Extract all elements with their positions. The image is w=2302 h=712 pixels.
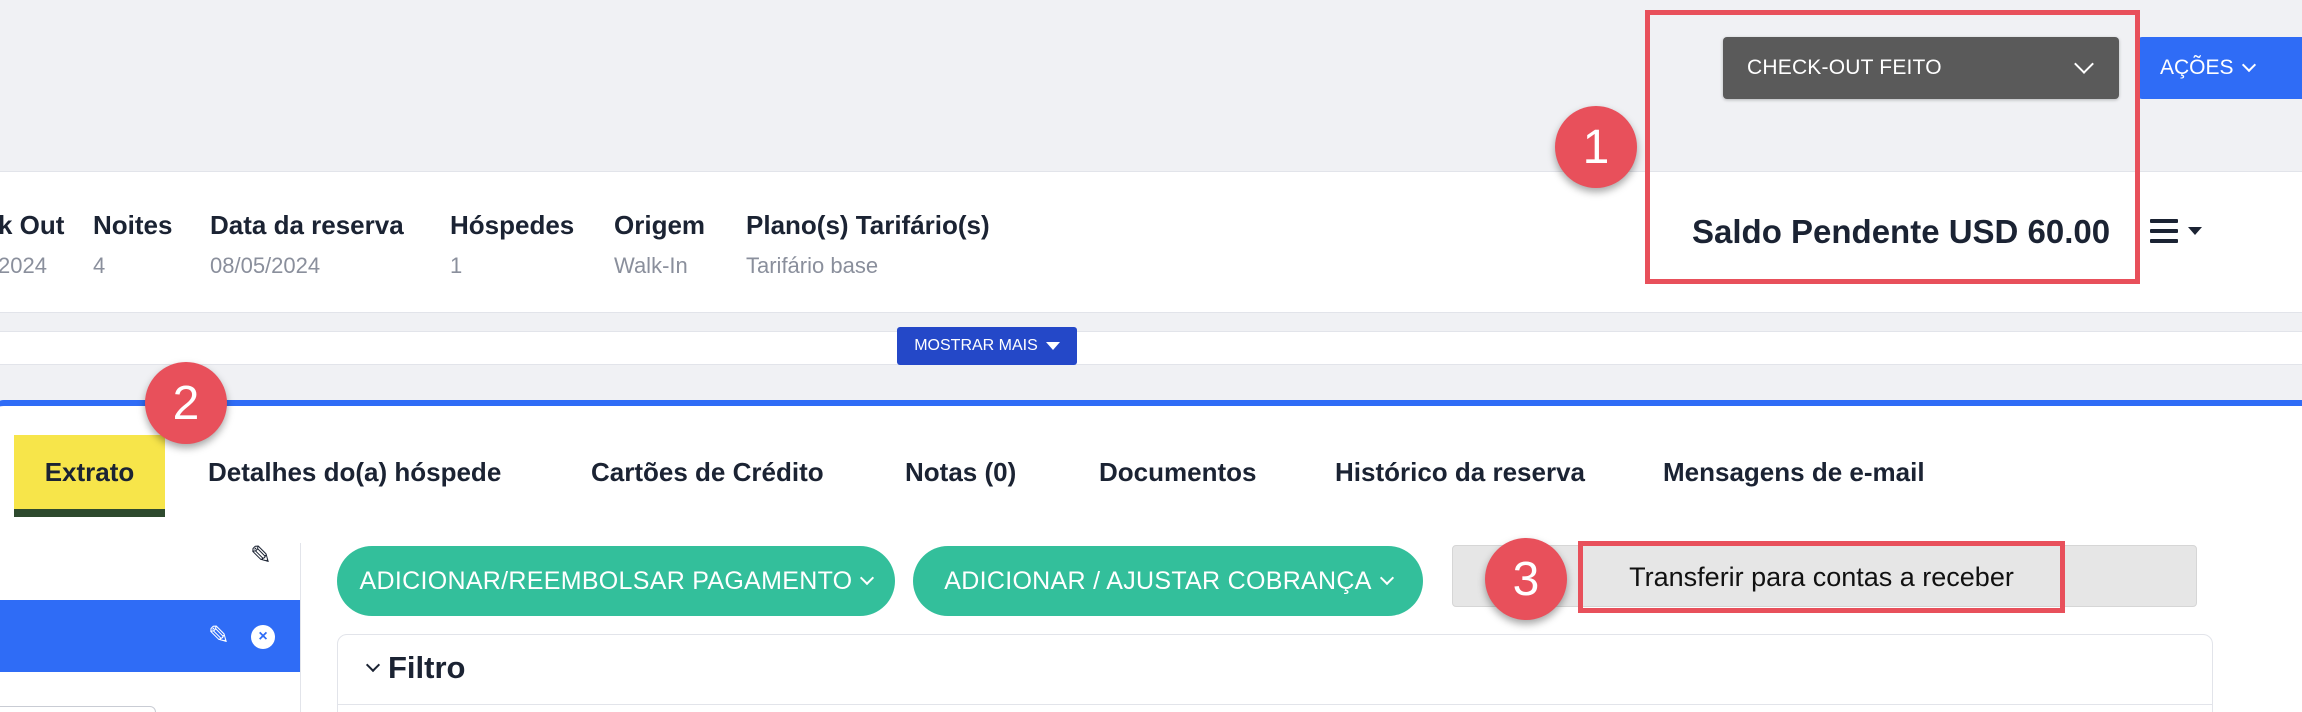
chevron-down-icon [365,657,381,673]
highlight-box-status-balance [1645,10,2140,284]
tab-email-messages[interactable]: Mensagens de e-mail [1663,457,1925,488]
annotation-badge-3: 3 [1485,538,1567,620]
caret-down-icon [1045,342,1060,350]
tab-label: Extrato [44,456,135,487]
info-label: Noites [93,210,173,240]
button-label: ADICIONAR/REEMBOLSAR PAGAMENTO [359,566,853,595]
tab-guest-details[interactable]: Detalhes do(a) hóspede [208,457,501,488]
info-value: 2024 [0,253,47,278]
button-label: ADICIONAR / AJUSTAR COBRANÇA [944,566,1372,595]
filter-divider [337,704,2213,705]
info-guests: Hóspedes 1 [450,210,574,279]
actions-label: AÇÕES [2160,56,2234,79]
annotation-badge-1: 1 [1555,106,1637,188]
info-value: 4 [93,253,106,278]
tab-credit-cards[interactable]: Cartões de Crédito [591,457,824,488]
info-label: Plano(s) Tarifário(s) [746,210,990,240]
chevron-down-icon [2241,57,2256,73]
caret-down-icon [2188,227,2202,235]
info-booking-date: Data da reserva 08/05/2024 [210,210,404,279]
add-adjust-charge-button[interactable]: ADICIONAR / AJUSTAR COBRANÇA [913,546,1423,616]
info-rate-plan: Plano(s) Tarifário(s) Tarifário base [746,210,990,279]
hamburger-menu-icon [2150,219,2178,243]
info-label: Data da reserva [210,210,404,240]
expand-bar [0,331,2302,365]
filter-title: Filtro [388,650,466,685]
annotation-badge-2: 2 [145,362,227,444]
tab-notes[interactable]: Notas (0) [905,457,1016,488]
info-nights: Noites 4 [93,210,172,279]
tab-folio[interactable]: Extrato [14,435,165,517]
pencil-icon[interactable]: ✎ [208,620,230,651]
info-checkout: k Out 2024 [0,210,64,279]
info-value: Walk-In [614,253,688,278]
info-source: Origem Walk-In [614,210,705,279]
chevron-down-icon [860,570,875,586]
show-more-button[interactable]: MOSTRAR MAIS [897,327,1077,365]
filter-toggle[interactable]: Filtro [365,650,466,686]
tab-reservation-history[interactable]: Histórico da reserva [1335,457,1585,488]
chevron-down-icon [1379,570,1394,586]
info-label: Origem [614,210,706,240]
info-value: Tarifário base [746,253,879,278]
close-circle-icon[interactable]: × [251,625,275,649]
actions-button[interactable]: AÇÕES [2138,37,2302,99]
highlight-box-transfer [1578,541,2065,613]
info-value: 08/05/2024 [210,253,321,278]
add-refund-payment-button[interactable]: ADICIONAR/REEMBOLSAR PAGAMENTO [337,546,895,616]
show-more-label: MOSTRAR MAIS [914,337,1038,354]
info-value: 1 [450,253,463,278]
sidebar-divider [300,543,301,712]
options-menu-button[interactable] [2150,219,2202,243]
filter-card [337,634,2213,712]
info-label: k Out [0,210,65,240]
tab-documents[interactable]: Documentos [1099,457,1256,488]
pencil-icon[interactable]: ✎ [250,540,272,571]
sidebar-field[interactable] [0,706,156,712]
info-label: Hóspedes [450,210,575,240]
